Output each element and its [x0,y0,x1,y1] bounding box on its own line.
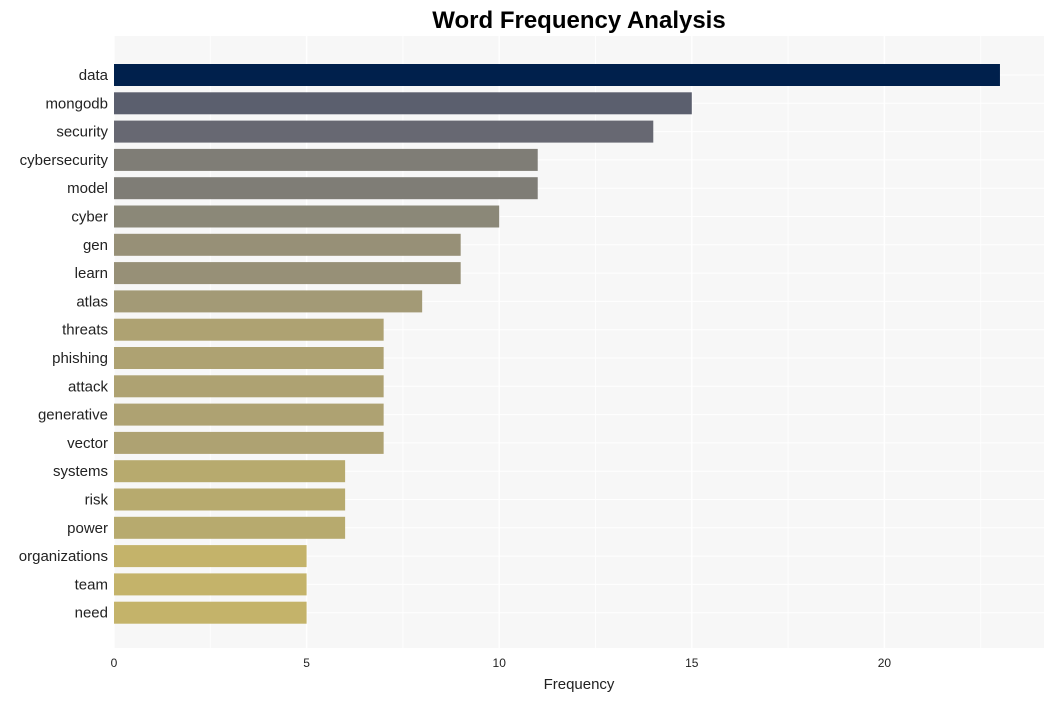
bar-threats [114,318,384,341]
bar-phishing [114,347,384,369]
y-label-learn: learn [75,265,108,282]
y-label-security: security [56,124,108,141]
x-tick-label: 10 [493,656,507,670]
x-tick-label: 15 [685,656,699,670]
y-label-vector: vector [67,435,108,452]
bar-learn [114,262,461,285]
y-label-systems: systems [53,463,108,480]
x-axis-ticks: 0 5 10 15 20 [111,656,892,670]
bar-model [114,177,538,200]
bar-systems [114,460,346,483]
y-label-cybersecurity: cybersecurity [20,152,109,169]
bar-power [114,516,346,539]
y-label-risk: risk [85,492,109,509]
y-label-atlas: atlas [76,293,108,310]
y-label-organizations: organizations [19,548,108,565]
bar-team [114,573,307,596]
x-tick-label: 20 [878,656,892,670]
x-tick-label: 5 [303,656,310,670]
y-label-phishing: phishing [52,350,108,367]
y-label-need: need [75,605,108,622]
y-label-threats: threats [62,322,108,339]
y-label-attack: attack [68,378,109,395]
x-tick-label: 0 [111,656,118,670]
bar-mongodb [114,92,692,115]
y-label-cyber: cyber [71,209,108,226]
y-label-team: team [75,576,108,593]
word-frequency-chart: data mongodb security cybersecurity model cyb… [19,7,1044,693]
bar-risk [114,488,346,511]
chart-title: Word Frequency Analysis [432,7,725,34]
bar-need [114,601,307,624]
bar-data [114,64,1000,86]
bar-security [114,120,654,143]
bar-gen [114,233,461,256]
y-label-mongodb: mongodb [45,95,108,112]
y-label-model: model [67,180,108,197]
bar-generative [114,403,384,426]
bar-cybersecurity [114,148,538,171]
y-axis-labels: data mongodb security cybersecurity model cyb… [19,67,109,622]
x-axis-label: Frequency [544,676,615,693]
bar-attack [114,375,384,398]
bar-cyber [114,205,500,228]
bar-atlas [114,290,423,313]
y-label-power: power [67,520,108,537]
bar-vector [114,431,384,454]
y-label-gen: gen [83,237,108,254]
y-label-data: data [79,67,109,84]
bar-organizations [114,545,307,568]
y-label-generative: generative [38,407,108,424]
